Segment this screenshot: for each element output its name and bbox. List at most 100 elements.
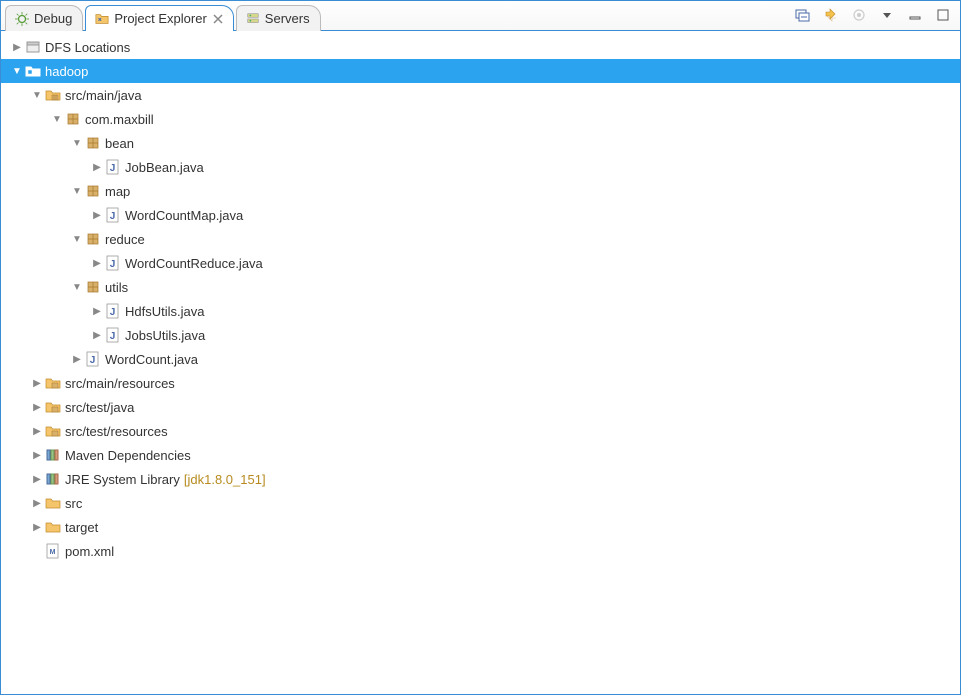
tree-label: src xyxy=(65,496,82,511)
focus-task-button[interactable] xyxy=(850,6,868,24)
java-file-icon: J xyxy=(105,255,121,271)
tree-node-wordcount[interactable]: ▶ J WordCount.java xyxy=(1,347,960,371)
minimize-button[interactable] xyxy=(906,6,924,24)
tree-node-src-test-java[interactable]: ▶ src/test/java xyxy=(1,395,960,419)
tree-label: WordCount.java xyxy=(105,352,198,367)
tree-node-src-main-java[interactable]: ▼ src/main/java xyxy=(1,83,960,107)
view-toolbar xyxy=(794,0,960,30)
expand-icon[interactable]: ▶ xyxy=(89,162,105,173)
tree-node-jobsutils[interactable]: ▶ J JobsUtils.java xyxy=(1,323,960,347)
expand-icon[interactable]: ▶ xyxy=(29,498,45,509)
collapse-icon[interactable]: ▼ xyxy=(69,234,85,245)
tree-label: com.maxbill xyxy=(85,112,154,127)
close-icon[interactable] xyxy=(213,14,223,24)
tree-label: src/main/resources xyxy=(65,376,175,391)
expand-icon[interactable]: ▶ xyxy=(69,354,85,365)
tree-node-com-maxbill[interactable]: ▼ com.maxbill xyxy=(1,107,960,131)
tree-node-reduce[interactable]: ▼ reduce xyxy=(1,227,960,251)
tree-node-jre[interactable]: ▶ JRE System Library [jdk1.8.0_151] xyxy=(1,467,960,491)
tree-node-jobbean[interactable]: ▶ J JobBean.java xyxy=(1,155,960,179)
collapse-icon[interactable]: ▼ xyxy=(29,90,45,101)
project-icon xyxy=(25,63,41,79)
expand-icon[interactable]: ▶ xyxy=(29,378,45,389)
tree-label: pom.xml xyxy=(65,544,114,559)
dfs-icon xyxy=(25,39,41,55)
expand-icon[interactable]: ▶ xyxy=(29,450,45,461)
tree-node-src[interactable]: ▶ src xyxy=(1,491,960,515)
tree-node-dfs[interactable]: ▶ DFS Locations xyxy=(1,35,960,59)
folder-icon xyxy=(45,519,61,535)
expand-icon[interactable]: ▶ xyxy=(89,330,105,341)
java-file-icon: J xyxy=(105,159,121,175)
view-tabbar: Debug Project Explorer Servers xyxy=(1,1,960,31)
tree-label: reduce xyxy=(105,232,145,247)
tab-debug[interactable]: Debug xyxy=(5,5,83,31)
debug-icon xyxy=(14,11,30,27)
collapse-icon[interactable]: ▼ xyxy=(9,66,25,77)
collapse-icon[interactable]: ▼ xyxy=(69,138,85,149)
tree-node-bean[interactable]: ▼ bean xyxy=(1,131,960,155)
expand-icon[interactable]: ▶ xyxy=(89,306,105,317)
tree-node-src-test-resources[interactable]: ▶ src/test/resources xyxy=(1,419,960,443)
package-icon xyxy=(85,183,101,199)
expand-icon[interactable]: ▶ xyxy=(89,258,105,269)
collapse-all-button[interactable] xyxy=(794,6,812,24)
collapse-icon[interactable]: ▼ xyxy=(69,186,85,197)
tree-node-target[interactable]: ▶ target xyxy=(1,515,960,539)
tree-label: bean xyxy=(105,136,134,151)
link-editor-button[interactable] xyxy=(822,6,840,24)
tree-label: WordCountReduce.java xyxy=(125,256,263,271)
tree-label: src/main/java xyxy=(65,88,142,103)
tree-label: JobsUtils.java xyxy=(125,328,205,343)
project-explorer-icon xyxy=(94,11,110,27)
tree-node-utils[interactable]: ▼ utils xyxy=(1,275,960,299)
collapse-icon[interactable]: ▼ xyxy=(49,114,65,125)
java-file-icon: J xyxy=(105,303,121,319)
java-file-icon: J xyxy=(85,351,101,367)
tree-label: target xyxy=(65,520,98,535)
tree-label: WordCountMap.java xyxy=(125,208,243,223)
svg-text:J: J xyxy=(110,211,116,222)
view-menu-button[interactable] xyxy=(878,6,896,24)
expand-icon[interactable]: ▶ xyxy=(89,210,105,221)
tab-project-explorer[interactable]: Project Explorer xyxy=(85,5,233,31)
collapse-icon[interactable]: ▼ xyxy=(69,282,85,293)
tree-node-map[interactable]: ▼ map xyxy=(1,179,960,203)
tree-node-pom[interactable]: ▶ M pom.xml xyxy=(1,539,960,563)
tree-node-wordcountmap[interactable]: ▶ J WordCountMap.java xyxy=(1,203,960,227)
tree-label: hadoop xyxy=(45,64,88,79)
tree-node-src-main-resources[interactable]: ▶ src/main/resources xyxy=(1,371,960,395)
svg-text:J: J xyxy=(110,331,116,342)
tree-node-wordcountreduce[interactable]: ▶ J WordCountReduce.java xyxy=(1,251,960,275)
java-file-icon: J xyxy=(105,207,121,223)
tree-label: HdfsUtils.java xyxy=(125,304,204,319)
package-icon xyxy=(65,111,81,127)
tree-node-hdfsutils[interactable]: ▶ J HdfsUtils.java xyxy=(1,299,960,323)
expand-icon[interactable]: ▶ xyxy=(29,522,45,533)
tab-servers[interactable]: Servers xyxy=(236,5,321,31)
source-folder-icon xyxy=(45,423,61,439)
svg-text:J: J xyxy=(110,259,116,270)
tree-node-hadoop[interactable]: ▼ hadoop xyxy=(1,59,960,83)
expand-icon[interactable]: ▶ xyxy=(9,42,25,53)
expand-icon[interactable]: ▶ xyxy=(29,474,45,485)
servers-icon xyxy=(245,11,261,27)
svg-text:J: J xyxy=(110,163,116,174)
expand-icon[interactable]: ▶ xyxy=(29,426,45,437)
expand-icon[interactable]: ▶ xyxy=(29,402,45,413)
maximize-button[interactable] xyxy=(934,6,952,24)
tree-label: src/test/java xyxy=(65,400,134,415)
tree-label: src/test/resources xyxy=(65,424,168,439)
folder-icon xyxy=(45,495,61,511)
jre-decorator: [jdk1.8.0_151] xyxy=(184,472,266,487)
tree-node-maven-deps[interactable]: ▶ Maven Dependencies xyxy=(1,443,960,467)
source-folder-icon xyxy=(45,87,61,103)
package-icon xyxy=(85,279,101,295)
svg-text:J: J xyxy=(90,355,96,366)
tab-servers-label: Servers xyxy=(265,11,310,26)
project-tree: ▶ DFS Locations ▼ hadoop ▼ src/main/java… xyxy=(1,31,960,694)
tab-project-explorer-label: Project Explorer xyxy=(114,11,206,26)
source-folder-icon xyxy=(45,375,61,391)
library-icon xyxy=(45,471,61,487)
package-icon xyxy=(85,231,101,247)
